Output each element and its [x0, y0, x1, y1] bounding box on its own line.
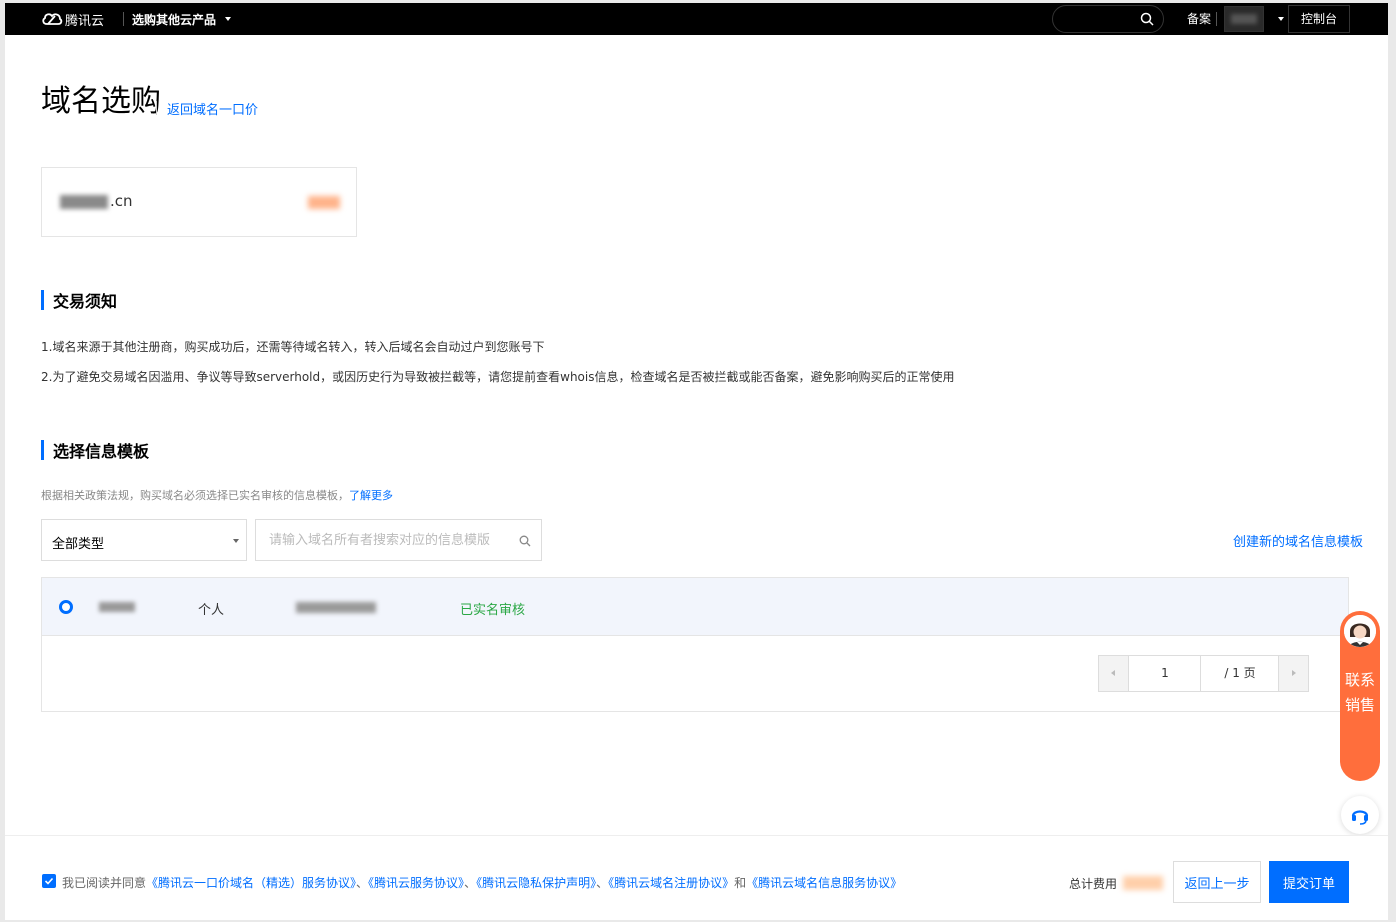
template-type-value: 全部类型: [52, 537, 105, 552]
template-title: 选择信息模板: [53, 442, 150, 461]
top-nav: 腾讯云 选购其他云产品 备案 控制台: [5, 3, 1388, 35]
product-menu-label: 选购其他云产品: [132, 12, 217, 27]
next-page-button[interactable]: [1278, 656, 1308, 691]
brand-logo[interactable]: 腾讯云: [41, 9, 104, 29]
page-title: 域名选购: [41, 84, 161, 119]
brand-name: 腾讯云: [65, 13, 105, 29]
domain-card: .cn: [41, 167, 357, 237]
agreement-link[interactable]: 《腾讯云隐私保护声明》: [476, 876, 596, 890]
learn-more-link[interactable]: 了解更多: [349, 489, 393, 502]
domain-name-redacted: [60, 195, 108, 209]
contact-sales-label: 联系销售: [1344, 671, 1375, 714]
console-button[interactable]: 控制台: [1288, 5, 1350, 33]
product-menu[interactable]: 选购其他云产品: [132, 8, 232, 30]
back-to-list-link[interactable]: 返回域名一口价: [167, 99, 258, 118]
chevron-down-icon[interactable]: [1278, 17, 1284, 21]
support-button[interactable]: [1341, 796, 1379, 834]
create-template-link[interactable]: 创建新的域名信息模板: [1233, 531, 1363, 550]
agreement-link[interactable]: 《腾讯云域名注册协议》: [608, 876, 734, 890]
agreement-text: 我已阅读并同意《腾讯云一口价域名（精选）服务协议》、《腾讯云服务协议》、《腾讯云…: [62, 874, 902, 891]
agreement-sep: 、: [596, 876, 609, 890]
chevron-left-icon: [1111, 670, 1115, 676]
agreement-link[interactable]: 《腾讯云一口价域名（精选）服务协议》: [146, 876, 356, 890]
headset-icon: [1351, 810, 1369, 825]
page-total: / 1 页: [1224, 666, 1256, 680]
chevron-right-icon: [1292, 670, 1296, 676]
submit-order-button[interactable]: 提交订单: [1269, 861, 1349, 903]
agree-prefix: 我已阅读并同意: [62, 876, 147, 890]
back-button[interactable]: 返回上一步: [1173, 861, 1261, 903]
notice-item: 1.域名来源于其他注册商，购买成功后，还需等待域名转入，转入后域名会自动过户到您…: [41, 340, 545, 354]
agreement-sep: 、: [356, 876, 369, 890]
notice-item: 2.为了避免交易域名因滥用、争议等导致serverhold，或因历史行为导致被拦…: [41, 370, 955, 384]
status-badge: 已实名审核: [460, 603, 526, 618]
agreement-link[interactable]: 《腾讯云服务协议》: [368, 876, 464, 890]
domain-tld: .cn: [110, 192, 133, 210]
cloud-logo-icon: [42, 13, 63, 25]
template-section-title: 选择信息模板: [41, 440, 150, 461]
account-name-redacted: [1231, 14, 1257, 24]
notice-section-title: 交易须知: [41, 290, 118, 311]
domain-price-redacted: [308, 196, 340, 209]
agreement-and: 和: [734, 876, 747, 890]
search-icon[interactable]: [519, 535, 531, 547]
agree-checkbox[interactable]: [42, 874, 56, 888]
beian-link[interactable]: 备案: [1187, 10, 1211, 27]
check-icon: [44, 877, 54, 885]
template-name-redacted: [99, 602, 135, 612]
pagination: 1 / 1 页: [1098, 655, 1309, 692]
title-divider: [156, 101, 157, 115]
table-row[interactable]: 个人 已实名审核: [42, 578, 1348, 636]
nav-search[interactable]: [1052, 5, 1164, 33]
agreement-link[interactable]: 《腾讯云域名信息服务协议》: [746, 876, 902, 890]
template-search-input[interactable]: [257, 521, 507, 559]
template-owner-redacted: [296, 602, 376, 613]
order-footer: 我已阅读并同意《腾讯云一口价域名（精选）服务协议》、《腾讯云服务协议》、《腾讯云…: [5, 835, 1388, 920]
nav-divider: [123, 12, 124, 26]
total-cost-label: 总计费用: [1069, 877, 1118, 891]
nav-divider: [1216, 12, 1217, 26]
chevron-down-icon: [225, 17, 232, 21]
search-icon: [1140, 12, 1154, 26]
caret-down-icon: [233, 539, 239, 543]
total-cost-redacted: [1123, 876, 1163, 890]
section-accent-bar: [41, 290, 44, 310]
account-menu[interactable]: [1224, 6, 1264, 32]
section-accent-bar: [41, 440, 44, 460]
template-hint-text: 根据相关政策法规，购买域名必须选择已实名审核的信息模板，: [41, 489, 349, 502]
template-hint: 根据相关政策法规，购买域名必须选择已实名审核的信息模板，了解更多: [41, 487, 393, 503]
template-type: 个人: [198, 603, 225, 618]
template-type-select[interactable]: 全部类型: [41, 519, 247, 561]
contact-sales-button[interactable]: 联系销售: [1340, 611, 1380, 781]
agreement-sep: 、: [464, 876, 477, 890]
template-radio[interactable]: [59, 600, 73, 614]
template-search: [255, 519, 542, 561]
page-number-input[interactable]: 1: [1130, 656, 1201, 691]
page-frame: 腾讯云 选购其他云产品 备案 控制台 域名选购 返回域名一口价 .cn 交易须知…: [5, 3, 1388, 920]
notice-title: 交易须知: [53, 292, 118, 311]
agent-avatar-icon: [1342, 613, 1378, 649]
prev-page-button[interactable]: [1099, 656, 1129, 691]
template-table: 个人 已实名审核 1 / 1 页: [41, 577, 1349, 712]
